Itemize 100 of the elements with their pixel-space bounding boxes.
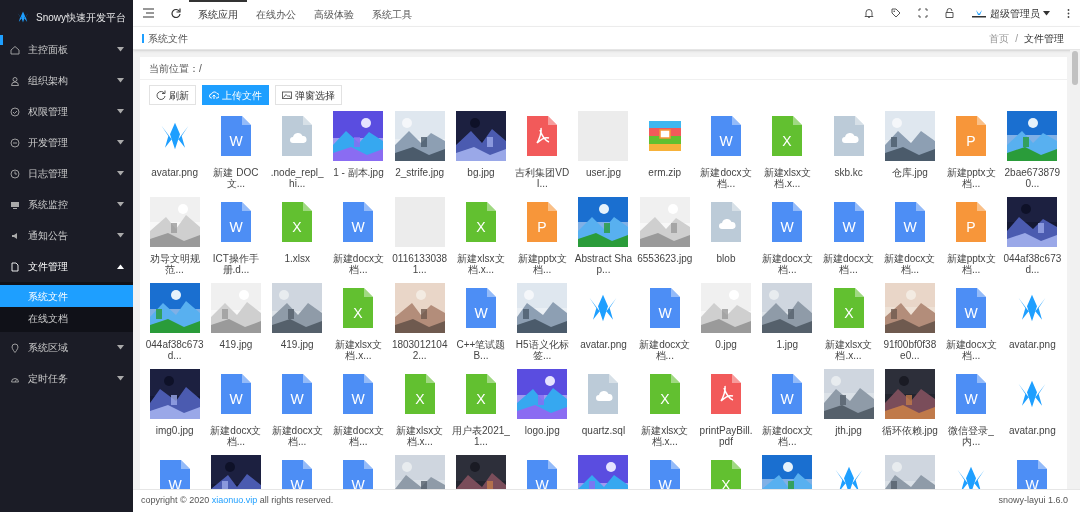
file-name[interactable]: 新建xlsx文档.x...: [819, 339, 878, 362]
file-name[interactable]: 2bae6738790...: [1003, 167, 1062, 190]
file-name[interactable]: 微信登录_内...: [942, 425, 1001, 448]
file-name[interactable]: 用户表2021_1...: [451, 425, 510, 448]
user-name[interactable]: 超级管理员: [990, 5, 1040, 21]
file-name[interactable]: 新建xlsx文档.x...: [329, 339, 388, 362]
file-name[interactable]: printPayBill.pdf: [697, 425, 755, 448]
menu-item[interactable]: 定时任务: [0, 363, 133, 394]
breadcrumb-link[interactable]: 文件管理: [1024, 30, 1064, 46]
bell-icon[interactable]: [864, 8, 874, 18]
file-name[interactable]: 新建docx文档...: [697, 167, 755, 190]
file-name[interactable]: .node_repl_hi...: [268, 167, 327, 190]
archive-icon: [648, 121, 681, 152]
separator: /: [1015, 31, 1018, 46]
top-menu-tab[interactable]: 高级体验: [305, 0, 363, 26]
logo-icon: [16, 10, 30, 24]
file-name[interactable]: 1.jpg: [758, 339, 817, 351]
file-name[interactable]: 劝导文明规范...: [145, 253, 204, 276]
version-text: snowy-layui 1.6.0: [998, 494, 1069, 508]
refresh-icon[interactable]: [171, 8, 181, 18]
file-name[interactable]: user.jpg: [574, 167, 633, 179]
file-name[interactable]: 新建pptx文档...: [942, 167, 1001, 190]
file-name[interactable]: 0.jpg: [697, 339, 755, 351]
file-name[interactable]: 新建docx文档...: [329, 253, 388, 276]
picker-button[interactable]: 弹窗选择: [275, 85, 342, 106]
file-name[interactable]: 新建docx文档...: [942, 339, 1001, 362]
file-name[interactable]: skb.kc: [819, 167, 878, 179]
file-name[interactable]: 新建pptx文档...: [513, 253, 572, 276]
file-name[interactable]: 2_strife.jpg: [390, 167, 449, 179]
file-name[interactable]: 吉利集团VDI...: [513, 167, 572, 190]
file-name[interactable]: avatar.png: [145, 167, 204, 179]
menu-item[interactable]: 文件管理: [0, 251, 133, 282]
fullscreen-icon[interactable]: [918, 8, 928, 18]
file-name[interactable]: 新建xlsx文档.x...: [758, 167, 817, 190]
file-name[interactable]: 1.xlsx: [268, 253, 327, 265]
document-icon: W: [956, 288, 987, 329]
file-name[interactable]: 新建pptx文档...: [942, 253, 1001, 276]
menu-item[interactable]: 主控面板: [0, 34, 133, 65]
file-name[interactable]: Abstract Shap...: [574, 253, 633, 276]
file-name[interactable]: 419.jpg: [206, 339, 265, 351]
file-name[interactable]: 044af38c673d...: [145, 339, 204, 362]
menu-item[interactable]: 权限管理: [0, 96, 133, 127]
file-name[interactable]: 6553623.jpg: [635, 253, 694, 265]
menu-item[interactable]: 系统区域: [0, 332, 133, 363]
document-icon: W: [282, 374, 313, 415]
more-icon[interactable]: [1067, 8, 1070, 18]
cloud-file-icon: [588, 374, 619, 415]
file-name[interactable]: 新建docx文档...: [268, 425, 327, 448]
file-name[interactable]: 新建docx文档...: [819, 253, 878, 276]
tag-icon[interactable]: [891, 8, 901, 18]
file-name[interactable]: 18030121042...: [390, 339, 449, 362]
file-name[interactable]: 新建 DOC 文...: [206, 167, 265, 190]
file-name[interactable]: 新建docx文档...: [758, 253, 817, 276]
file-name[interactable]: avatar.png: [1003, 425, 1062, 437]
top-menu-tab[interactable]: 系统工具: [363, 0, 421, 26]
file-name[interactable]: 044af38c673d...: [1003, 253, 1062, 276]
menu-item[interactable]: 系统监控: [0, 189, 133, 220]
top-menu-tab[interactable]: 在线办公: [247, 0, 305, 26]
file-name[interactable]: erm.zip: [635, 167, 694, 179]
file-name[interactable]: avatar.png: [574, 339, 633, 351]
file-name[interactable]: 新建docx文档...: [635, 339, 694, 362]
document-icon: W: [833, 202, 864, 243]
caret-icon[interactable]: [1043, 10, 1050, 16]
menu-item[interactable]: 通知公告: [0, 220, 133, 251]
refresh-button[interactable]: 刷新: [149, 85, 196, 106]
document-icon: P: [527, 202, 558, 243]
file-name[interactable]: avatar.png: [1003, 339, 1062, 351]
file-name[interactable]: H5语义化标签...: [513, 339, 572, 362]
file-name[interactable]: bg.jpg: [451, 167, 510, 179]
page-tab[interactable]: 系统文件: [148, 30, 188, 46]
file-name[interactable]: quartz.sql: [574, 425, 633, 437]
file-name[interactable]: 新建docx文档...: [880, 253, 939, 276]
file-name[interactable]: jth.jpg: [819, 425, 878, 437]
file-name[interactable]: 419.jpg: [268, 339, 327, 351]
file-name[interactable]: 新建docx文档...: [758, 425, 817, 448]
file-name[interactable]: 循环依赖.jpg: [880, 425, 939, 437]
file-name[interactable]: img0.jpg: [145, 425, 204, 437]
file-name[interactable]: 仓库.jpg: [880, 167, 939, 179]
file-name[interactable]: 新建xlsx文档.x...: [390, 425, 449, 448]
file-name[interactable]: ICT操作手册.d...: [206, 253, 265, 276]
file-name[interactable]: 91f00bf0f38e0...: [880, 339, 939, 362]
file-name[interactable]: logo.jpg: [513, 425, 572, 437]
location-text: 当前位置：/: [149, 61, 202, 76]
tab-marker: [142, 33, 144, 43]
file-name[interactable]: 新建xlsx文档.x...: [451, 253, 510, 276]
file-name[interactable]: blob: [697, 253, 755, 265]
file-name[interactable]: 01161330381...: [390, 253, 449, 276]
cloud-file-icon: [833, 116, 864, 157]
submenu-item[interactable]: 在线文档: [0, 307, 133, 329]
file-name[interactable]: 1 - 副本.jpg: [329, 167, 388, 179]
menu-item[interactable]: 开发管理: [0, 127, 133, 158]
file-name[interactable]: 新建docx文档...: [206, 425, 265, 448]
caret-icon: [117, 47, 124, 52]
menu-item[interactable]: 日志管理: [0, 158, 133, 189]
file-name[interactable]: 新建xlsx文档.x...: [635, 425, 694, 448]
file-name[interactable]: C++笔试题B...: [451, 339, 510, 362]
app-title: Snowy快速开发平台: [36, 10, 126, 25]
menu-item[interactable]: 组织架构: [0, 65, 133, 96]
lock-icon[interactable]: [945, 8, 954, 18]
file-name[interactable]: 新建docx文档...: [329, 425, 388, 448]
